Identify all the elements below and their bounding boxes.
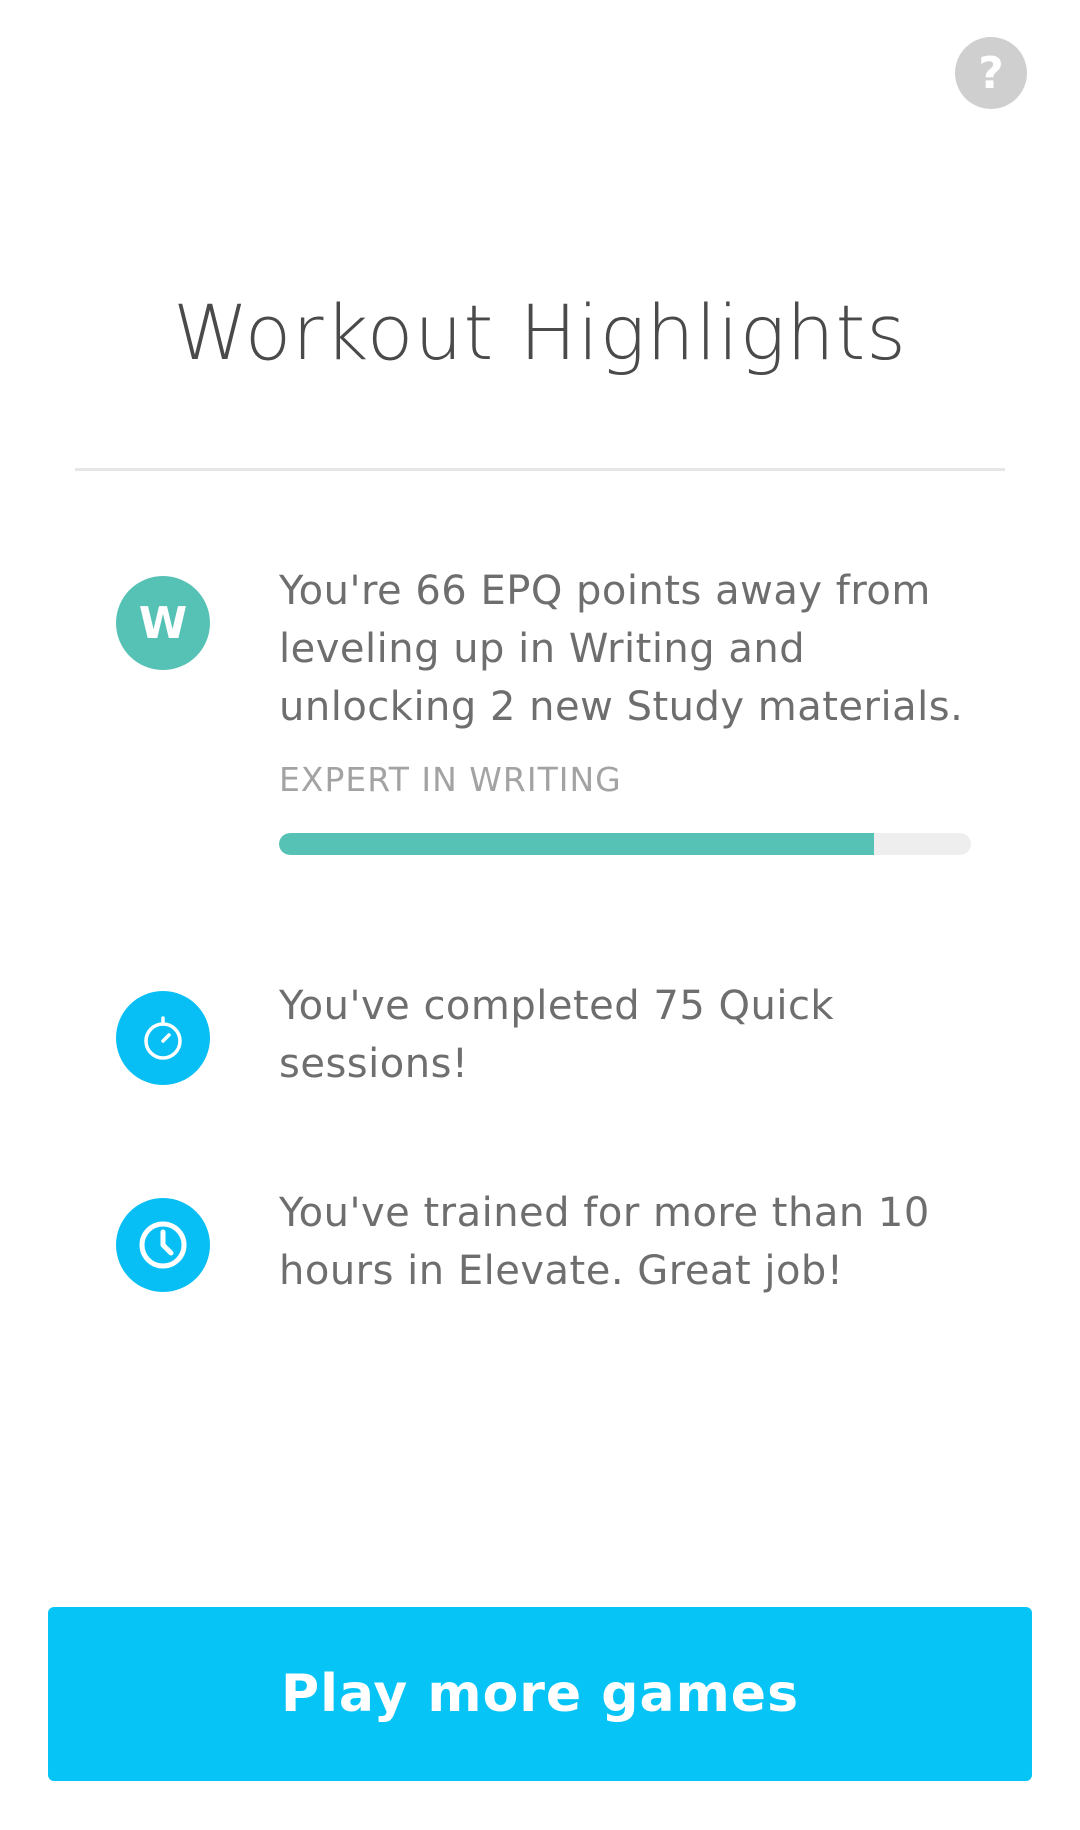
highlight-text: You've completed 75 Quick sessions! (279, 983, 835, 1087)
progress-fill (279, 833, 875, 855)
highlight-text: You've trained for more than 10 hours in… (279, 1190, 930, 1294)
divider (75, 468, 1005, 471)
help-button[interactable]: ? (955, 37, 1027, 109)
writing-badge-icon: W (116, 576, 210, 670)
highlight-text: You're 66 EPQ points away from leveling … (279, 568, 964, 730)
clock-icon (116, 1198, 210, 1292)
question-mark-icon: ? (978, 47, 1004, 99)
progress-bar (279, 833, 971, 855)
page-title: Workout Highlights (173, 288, 907, 377)
progress-label: EXPERT IN WRITING (279, 760, 622, 799)
stopwatch-icon (116, 991, 210, 1085)
play-more-games-button[interactable]: Play more games (48, 1607, 1032, 1781)
